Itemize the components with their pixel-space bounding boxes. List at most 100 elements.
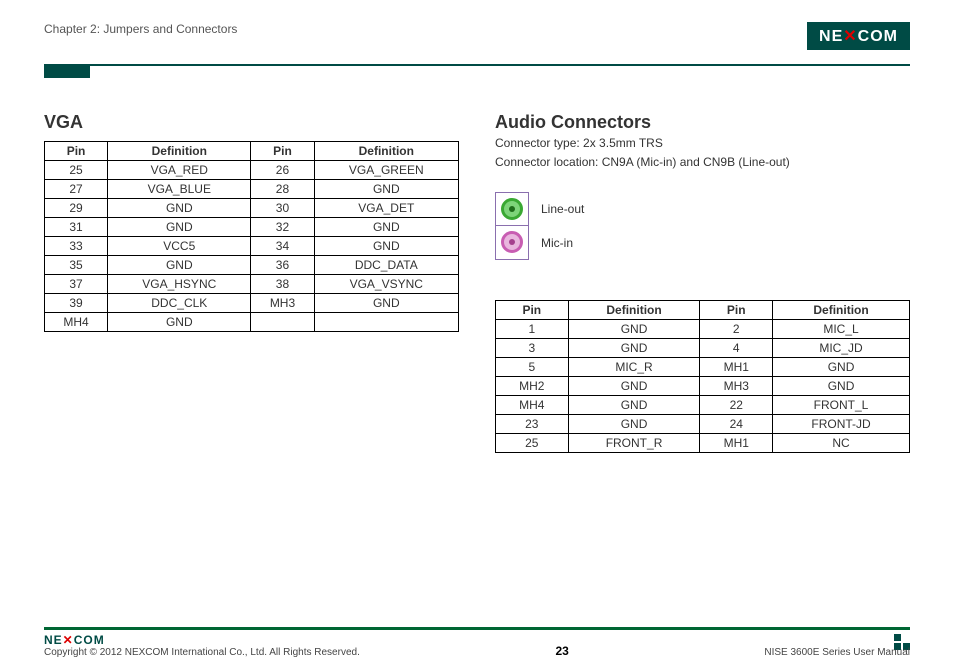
cell: GND [568, 338, 700, 357]
audio-jacks: Line-out Mic-in [495, 192, 910, 260]
vga-table: Pin Definition Pin Definition 25VGA_RED2… [44, 141, 459, 332]
lineout-jack-frame [495, 192, 529, 226]
cell: 2 [700, 319, 773, 338]
cell: GND [314, 180, 458, 199]
table-row: 27VGA_BLUE28GND [45, 180, 459, 199]
audio-section: Audio Connectors Connector type: 2x 3.5m… [495, 112, 910, 453]
cell: MH3 [700, 376, 773, 395]
cell: GND [568, 395, 700, 414]
cell: 5 [496, 357, 569, 376]
cell: 28 [251, 180, 314, 199]
cell: GND [314, 294, 458, 313]
cell: 25 [45, 161, 108, 180]
cell: 33 [45, 237, 108, 256]
micin-jack-frame [495, 226, 529, 260]
connector-location: Connector location: CN9A (Mic-in) and CN… [495, 154, 910, 171]
table-row: 1GND2MIC_L [496, 319, 910, 338]
table-row: MH4GND22FRONT_L [496, 395, 910, 414]
cell: MIC_JD [773, 338, 910, 357]
cell: GND [108, 199, 251, 218]
cell: 22 [700, 395, 773, 414]
cell: VGA_DET [314, 199, 458, 218]
vga-title: VGA [44, 112, 459, 133]
lineout-label: Line-out [541, 202, 584, 216]
cell: DDC_DATA [314, 256, 458, 275]
cell: MIC_R [568, 357, 700, 376]
cell: GND [568, 414, 700, 433]
cell: NC [773, 433, 910, 452]
cell: GND [108, 256, 251, 275]
micin-label: Mic-in [541, 236, 573, 250]
cell: 27 [45, 180, 108, 199]
cell: 3 [496, 338, 569, 357]
table-row: 35GND36DDC_DATA [45, 256, 459, 275]
cell: 30 [251, 199, 314, 218]
cell: MH2 [496, 376, 569, 395]
cell: 34 [251, 237, 314, 256]
cell: GND [314, 218, 458, 237]
lineout-jack-icon [501, 198, 523, 220]
table-row: 33VCC534GND [45, 237, 459, 256]
table-row: 25VGA_RED26VGA_GREEN [45, 161, 459, 180]
cell: MIC_L [773, 319, 910, 338]
cell: 23 [496, 414, 569, 433]
cell: MH3 [251, 294, 314, 313]
cell: VGA_RED [108, 161, 251, 180]
table-row: 39DDC_CLKMH3GND [45, 294, 459, 313]
cell: 38 [251, 275, 314, 294]
vga-section: VGA Pin Definition Pin Definition 25VGA_… [44, 112, 459, 453]
cell: 1 [496, 319, 569, 338]
micin-jack-icon [501, 231, 523, 253]
th: Definition [108, 142, 251, 161]
cell: FRONT-JD [773, 414, 910, 433]
cell: MH4 [45, 313, 108, 332]
divider [44, 64, 910, 66]
cell: GND [108, 218, 251, 237]
th: Pin [700, 300, 773, 319]
page-number: 23 [555, 644, 568, 658]
cell: DDC_CLK [108, 294, 251, 313]
cell: GND [314, 237, 458, 256]
cell: 36 [251, 256, 314, 275]
cell [251, 313, 314, 332]
table-row: 37VGA_HSYNC38VGA_VSYNC [45, 275, 459, 294]
th: Definition [773, 300, 910, 319]
cell: MH1 [700, 433, 773, 452]
cell: VCC5 [108, 237, 251, 256]
chapter-label: Chapter 2: Jumpers and Connectors [44, 22, 237, 36]
brand-logo: NE✕COM [807, 22, 910, 50]
cell: VGA_BLUE [108, 180, 251, 199]
audio-title: Audio Connectors [495, 112, 910, 133]
th: Definition [568, 300, 700, 319]
cell: 39 [45, 294, 108, 313]
cell: FRONT_L [773, 395, 910, 414]
cell [314, 313, 458, 332]
cell: MH1 [700, 357, 773, 376]
cell: 35 [45, 256, 108, 275]
th: Pin [496, 300, 569, 319]
footer: NE✕COM Copyright © 2012 NEXCOM Internati… [44, 627, 910, 658]
table-row: 25FRONT_RMH1NC [496, 433, 910, 452]
cell: VGA_GREEN [314, 161, 458, 180]
th: Definition [314, 142, 458, 161]
cell: VGA_HSYNC [108, 275, 251, 294]
cell: FRONT_R [568, 433, 700, 452]
cell: 31 [45, 218, 108, 237]
cell: 25 [496, 433, 569, 452]
cell: GND [568, 319, 700, 338]
cell: GND [108, 313, 251, 332]
manual-name: NISE 3600E Series User Manual [764, 647, 910, 658]
table-row: 3GND4MIC_JD [496, 338, 910, 357]
cell: 24 [700, 414, 773, 433]
copyright: Copyright © 2012 NEXCOM International Co… [44, 647, 360, 658]
table-row: 23GND24FRONT-JD [496, 414, 910, 433]
cell: 32 [251, 218, 314, 237]
footer-logo: NE✕COM [44, 633, 360, 647]
cell: MH4 [496, 395, 569, 414]
cell: GND [773, 376, 910, 395]
cell: 26 [251, 161, 314, 180]
cell: 29 [45, 199, 108, 218]
connector-type: Connector type: 2x 3.5mm TRS [495, 135, 910, 152]
cell: 4 [700, 338, 773, 357]
th: Pin [45, 142, 108, 161]
